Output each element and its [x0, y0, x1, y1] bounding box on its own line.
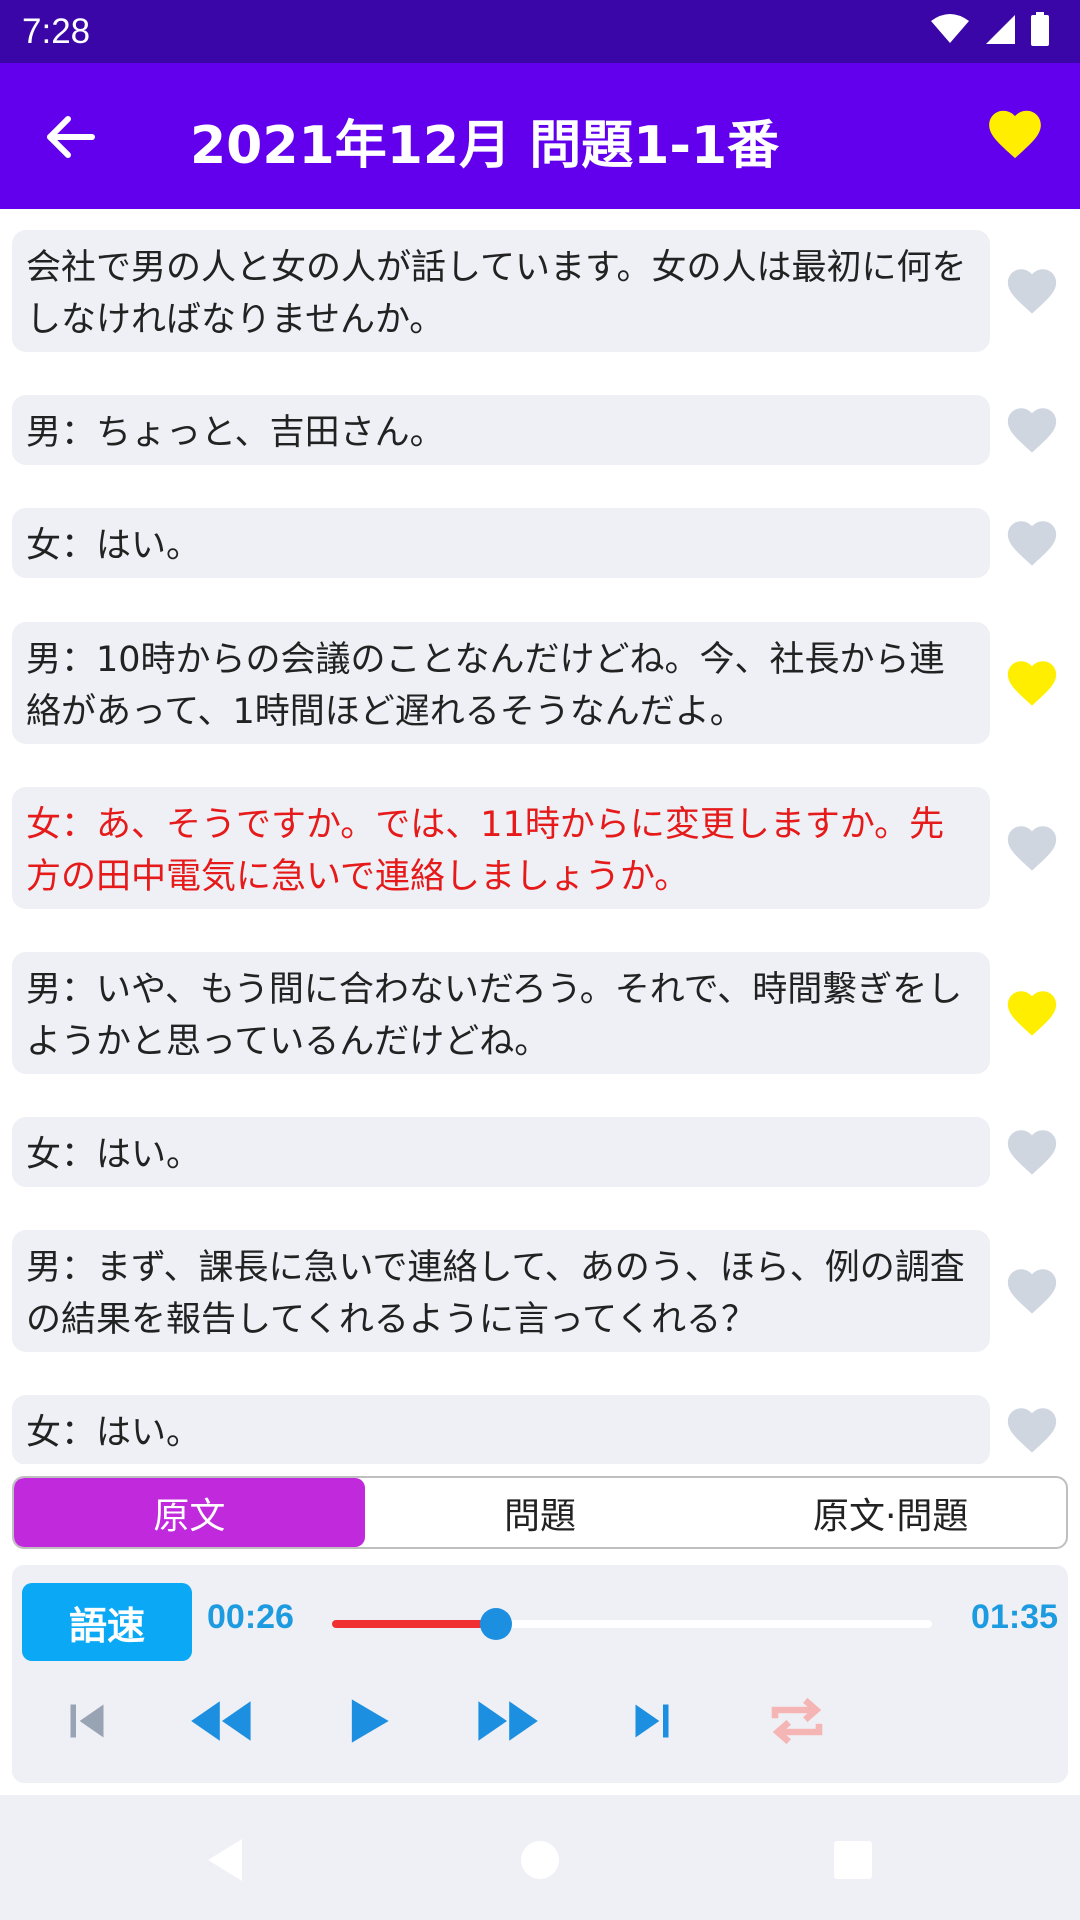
- signal-icon: [984, 13, 1016, 49]
- system-nav-bar: [0, 1795, 1080, 1920]
- circle-home-icon: [521, 1841, 559, 1879]
- rewind-icon: [191, 1701, 251, 1741]
- app-bar: 2021年12月 問題1-1番: [0, 63, 1080, 209]
- skip-previous-button[interactable]: [52, 1688, 122, 1754]
- favorite-line-button[interactable]: [1003, 821, 1061, 875]
- transcript-text[interactable]: 男：いや、もう間に合わないだろう。それで、時間繋ぎをしようかと思っているんだけど…: [12, 952, 990, 1074]
- transcript-text[interactable]: 男：ちょっと、吉田さん。: [12, 395, 990, 465]
- transcript-text[interactable]: 女：はい。: [12, 1395, 990, 1464]
- transcript-line[interactable]: 男：いや、もう間に合わないだろう。それで、時間繋ぎをしようかと思っているんだけど…: [0, 952, 1080, 1074]
- heart-icon: [989, 110, 1041, 159]
- nav-back-button[interactable]: [200, 1835, 250, 1885]
- favorite-line-button[interactable]: [1003, 1264, 1061, 1318]
- total-time: 01:35: [971, 1598, 1058, 1636]
- nav-recents-button[interactable]: [828, 1835, 878, 1885]
- transcript-text[interactable]: 女：あ、そうですか。では、11時からに変更しますか。先方の田中電気に急いで連絡し…: [12, 787, 990, 909]
- favorite-line-button[interactable]: [1003, 1403, 1061, 1457]
- play-button[interactable]: [332, 1688, 402, 1754]
- fast-forward-icon: [478, 1701, 538, 1741]
- status-bar: 7:28: [0, 0, 1080, 63]
- favorite-line-button[interactable]: [1003, 516, 1061, 570]
- skip-previous-icon: [70, 1704, 104, 1738]
- repeat-icon: [771, 1697, 823, 1745]
- transcript-text[interactable]: 男：10時からの会議のことなんだけどね。今、社長から連絡があって、1時間ほど遅れ…: [12, 622, 990, 744]
- transcript-line[interactable]: 会社で男の人と女の人が話しています。女の人は最初に何をしなければなりませんか。: [0, 230, 1080, 352]
- audio-player: 語速 00:26 01:35: [12, 1565, 1068, 1783]
- wifi-icon: [930, 13, 970, 49]
- favorite-line-button[interactable]: [1003, 986, 1061, 1040]
- skip-next-icon: [635, 1704, 669, 1738]
- status-icons: [930, 12, 1050, 50]
- transcript-line[interactable]: 男：まず、課長に急いで連絡して、あのう、ほら、例の調査の結果を報告してくれるよう…: [0, 1230, 1080, 1352]
- heart-icon: [1007, 1130, 1057, 1175]
- fast-forward-button[interactable]: [472, 1688, 542, 1754]
- heart-icon: [1007, 408, 1057, 453]
- status-time: 7:28: [22, 12, 91, 51]
- nav-home-button[interactable]: [515, 1835, 565, 1885]
- transcript-list[interactable]: 会社で男の人と女の人が話しています。女の人は最初に何をしなければなりませんか。男…: [0, 209, 1080, 1464]
- favorite-line-button[interactable]: [1003, 656, 1061, 710]
- favorite-line-button[interactable]: [1003, 403, 1061, 457]
- transcript-line[interactable]: 女：あ、そうですか。では、11時からに変更しますか。先方の田中電気に急いで連絡し…: [0, 787, 1080, 909]
- transcript-text[interactable]: 女：はい。: [12, 508, 990, 578]
- favorite-line-button[interactable]: [1003, 264, 1061, 318]
- transcript-text[interactable]: 女：はい。: [12, 1117, 990, 1187]
- play-icon: [351, 1699, 389, 1743]
- battery-icon: [1030, 12, 1050, 50]
- heart-icon: [1007, 1408, 1057, 1453]
- transcript-line[interactable]: 女：はい。: [0, 1395, 1080, 1464]
- current-time: 00:26: [207, 1598, 294, 1636]
- heart-icon: [1007, 661, 1057, 706]
- skip-next-button[interactable]: [617, 1688, 687, 1754]
- transcript-text[interactable]: 会社で男の人と女の人が話しています。女の人は最初に何をしなければなりませんか。: [12, 230, 990, 352]
- seek-bar[interactable]: [332, 1608, 932, 1640]
- speed-button[interactable]: 語速: [22, 1583, 192, 1661]
- transcript-line[interactable]: 男：10時からの会議のことなんだけどね。今、社長から連絡があって、1時間ほど遅れ…: [0, 622, 1080, 744]
- back-button[interactable]: [40, 107, 100, 167]
- rewind-button[interactable]: [187, 1688, 257, 1754]
- seek-thumb[interactable]: [480, 1608, 513, 1640]
- transcript-line[interactable]: 男：ちょっと、吉田さん。: [0, 395, 1080, 465]
- page-title: 2021年12月 問題1-1番: [190, 116, 780, 176]
- heart-icon: [1007, 826, 1057, 871]
- heart-icon: [1007, 521, 1057, 566]
- heart-icon: [1007, 269, 1057, 314]
- tab-question[interactable]: 問題: [365, 1478, 716, 1547]
- favorite-line-button[interactable]: [1003, 1125, 1061, 1179]
- tab-original-question[interactable]: 原文·問題: [715, 1478, 1066, 1547]
- seek-progress: [332, 1620, 497, 1628]
- triangle-back-icon: [208, 1839, 242, 1881]
- transcript-line[interactable]: 女：はい。: [0, 1117, 1080, 1187]
- view-tabs: 原文 問題 原文·問題: [12, 1476, 1068, 1549]
- transcript-line[interactable]: 女：はい。: [0, 508, 1080, 578]
- arrow-left-icon: [47, 116, 95, 158]
- repeat-button[interactable]: [762, 1688, 832, 1754]
- favorite-button[interactable]: [984, 103, 1046, 165]
- transcript-text[interactable]: 男：まず、課長に急いで連絡して、あのう、ほら、例の調査の結果を報告してくれるよう…: [12, 1230, 990, 1352]
- heart-icon: [1007, 1269, 1057, 1314]
- heart-icon: [1007, 991, 1057, 1036]
- tab-original[interactable]: 原文: [14, 1478, 365, 1547]
- square-recents-icon: [834, 1841, 872, 1879]
